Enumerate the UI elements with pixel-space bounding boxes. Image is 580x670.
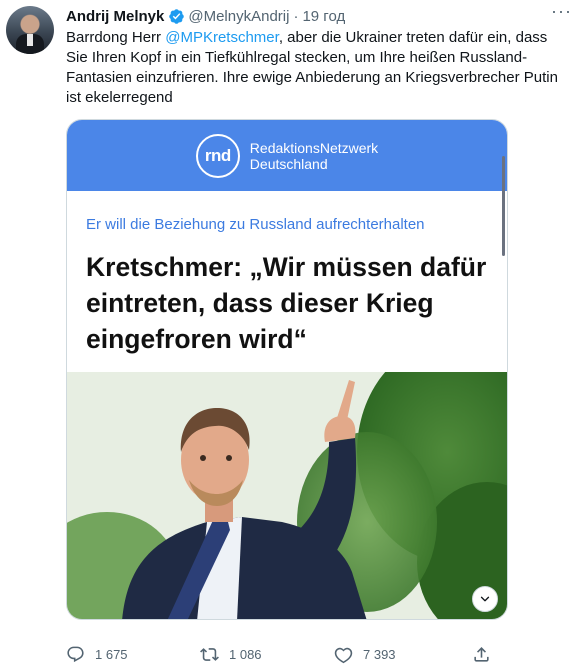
more-options-icon[interactable]: ··· (551, 2, 572, 20)
article-kicker: Er will die Beziehung zu Russland aufrec… (86, 216, 425, 233)
publisher-name: RedaktionsNetzwerk Deutschland (250, 140, 378, 172)
retweet-button[interactable]: 1 086 (200, 643, 262, 665)
reply-button[interactable]: 1 675 (66, 643, 128, 665)
article-headline: Kretschmer: „Wir müssen dafür eintreten,… (86, 252, 487, 354)
article-photo (67, 372, 507, 619)
tweet-actions: 1 675 1 086 7 393 (66, 643, 496, 665)
tweet-header: Andrij Melnyk @MelnykAndrij · 19 год (66, 6, 568, 26)
author-name[interactable]: Andrij Melnyk (66, 8, 164, 25)
tweet-timestamp[interactable]: 19 год (302, 8, 345, 25)
reply-icon (67, 646, 84, 662)
tweet-body: Barrdong Herr @MPKretschmer, aber die Uk… (66, 28, 570, 108)
article-card[interactable]: rnd RedaktionsNetzwerk Deutschland Er wi… (66, 119, 508, 620)
verified-badge-icon (168, 8, 185, 25)
share-button[interactable] (472, 643, 501, 665)
publisher-name-line2: Deutschland (249, 155, 328, 172)
publisher-name-line1: RedaktionsNetzwerk (249, 139, 379, 156)
photo-illustration (67, 372, 507, 619)
like-count: 7 393 (363, 646, 396, 662)
retweet-icon (200, 647, 219, 661)
author-handle[interactable]: @MelnykAndrij (188, 8, 289, 25)
mention-link[interactable]: @MPKretschmer (165, 29, 279, 46)
reply-count: 1 675 (95, 646, 128, 662)
publisher-banner: rnd RedaktionsNetzwerk Deutschland (67, 120, 507, 191)
retweet-count: 1 086 (229, 646, 262, 662)
author-avatar[interactable] (6, 6, 54, 54)
chevron-down-icon[interactable] (472, 586, 498, 612)
heart-icon (334, 647, 353, 663)
card-scrollbar[interactable] (502, 156, 505, 256)
header-separator: · (293, 7, 299, 25)
share-icon (474, 646, 489, 662)
avatar-shirt (27, 34, 33, 46)
tweet-text-start: Barrdong Herr (66, 29, 166, 46)
like-button[interactable]: 7 393 (334, 643, 396, 665)
rnd-logo: rnd (195, 133, 240, 178)
